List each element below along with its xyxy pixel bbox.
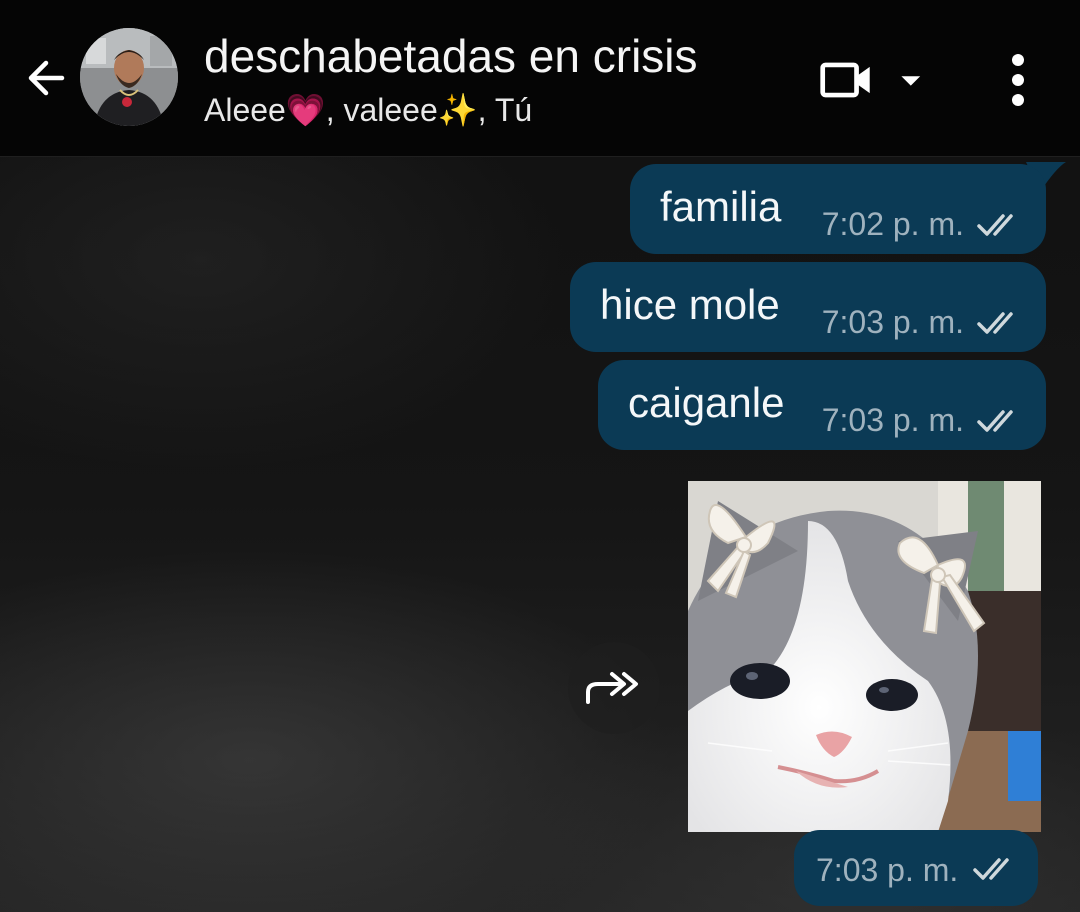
- group-avatar[interactable]: [80, 28, 178, 126]
- media-time-bubble: 7:03 p. m.: [794, 830, 1038, 906]
- message-bubble[interactable]: caiganle 7:03 p. m.: [598, 360, 1046, 450]
- avatar-photo: [80, 28, 178, 126]
- read-ticks-icon: [977, 214, 1013, 236]
- caret-down-icon: [901, 76, 921, 86]
- more-options-button[interactable]: [996, 48, 1040, 112]
- chat-screen: deschabetadas en crisis Aleee💗, valeee✨,…: [0, 0, 1080, 912]
- message-bubble[interactable]: familia 7:02 p. m.: [630, 164, 1046, 254]
- message-time: 7:03 p. m.: [821, 402, 964, 438]
- message-text: hice mole: [600, 281, 780, 328]
- more-vert-icon: [1012, 54, 1024, 106]
- back-arrow-icon: [28, 60, 65, 96]
- message-bubble[interactable]: hice mole 7:03 p. m.: [570, 262, 1046, 352]
- back-button[interactable]: [18, 48, 74, 108]
- read-ticks-icon: [977, 410, 1013, 432]
- video-call-button[interactable]: [818, 52, 930, 108]
- forward-button[interactable]: [568, 642, 660, 734]
- kitten-sticker-image: [688, 481, 1041, 832]
- chat-title[interactable]: deschabetadas en crisis: [204, 30, 698, 82]
- chat-header: deschabetadas en crisis Aleee💗, valeee✨,…: [0, 0, 1080, 157]
- message-text: caiganle: [628, 379, 785, 426]
- message-time: 7:02 p. m.: [821, 206, 964, 242]
- message-time: 7:03 p. m.: [816, 852, 959, 888]
- image-message[interactable]: [688, 481, 1041, 832]
- video-camera-icon: [820, 62, 870, 98]
- read-ticks-icon: [973, 858, 1009, 880]
- chat-members[interactable]: Aleee💗, valeee✨, Tú: [204, 90, 532, 130]
- read-ticks-icon: [977, 312, 1013, 334]
- message-text: familia: [660, 183, 782, 230]
- forward-icon: [586, 672, 638, 704]
- message-time: 7:03 p. m.: [821, 304, 964, 340]
